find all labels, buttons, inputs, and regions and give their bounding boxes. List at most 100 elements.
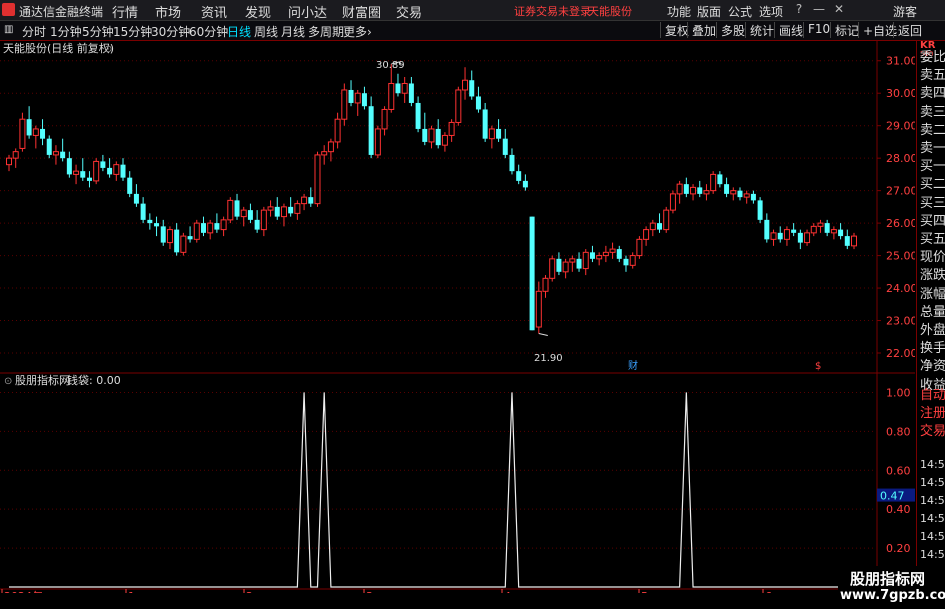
indicator-series [9, 392, 854, 588]
tool-f10[interactable]: F10 [803, 22, 830, 38]
candle [810, 223, 817, 237]
candle [408, 76, 414, 107]
candle [851, 232, 857, 250]
candle-body [301, 196, 308, 205]
menu-trade[interactable]: 交易 [396, 2, 422, 21]
tool-mark[interactable]: 标记 [830, 22, 859, 38]
period-more[interactable]: 更多› [343, 23, 372, 40]
price-tick-label: 23.00 [886, 315, 915, 328]
candle [683, 177, 689, 198]
candle-body [838, 229, 844, 237]
low-leader-line [538, 333, 548, 337]
candle-body [669, 193, 676, 211]
menu-formula[interactable]: 公式 [728, 3, 752, 20]
candle-body [401, 82, 408, 94]
time-tick-label: 2024年 [4, 589, 43, 593]
period-multi[interactable]: 多周期 [308, 23, 344, 40]
candle-body [743, 193, 750, 198]
candle-body [247, 210, 253, 220]
candle [193, 219, 200, 243]
period-intraday[interactable]: 分时 [22, 23, 46, 40]
menu-quotes[interactable]: 行情 [112, 2, 138, 21]
indicator-settings-icon[interactable]: ⊙ [4, 376, 12, 387]
candle [770, 229, 777, 246]
tool-adjust[interactable]: 复权 [660, 22, 689, 38]
candle [663, 206, 670, 233]
tool-back[interactable]: 返回 [893, 22, 922, 38]
candle-body [777, 232, 783, 240]
candlestick-chart[interactable]: 31.0030.0029.0028.0027.0026.0025.0024.00… [0, 41, 918, 603]
period-daily[interactable]: 日线 [227, 23, 251, 40]
candle [6, 154, 12, 172]
chart-header: 天能股份(日线 前复权) ⊙ [3, 41, 114, 55]
guest-user[interactable]: 游客 [893, 3, 917, 20]
tool-overlay[interactable]: 叠加 [687, 22, 716, 38]
candle-body [636, 238, 643, 257]
candle [86, 171, 92, 188]
quote-item-label[interactable]: 注册 [920, 402, 945, 421]
period-30min[interactable]: 30分钟 [151, 23, 190, 40]
period-1min[interactable]: 1分钟 [50, 23, 82, 40]
price-tick-label: 31.00 [886, 55, 915, 68]
dividend-event-marker[interactable]: $ [815, 361, 821, 372]
candle-body [609, 248, 616, 253]
chart-settings-icon[interactable]: ⊙ [104, 44, 112, 55]
candle-body [797, 232, 803, 243]
candle-body [166, 229, 173, 244]
candle-body [374, 128, 381, 156]
quote-item-label: 涨幅 [920, 286, 945, 302]
candle [730, 187, 737, 201]
chart-area[interactable]: 31.00 30.00 29.00 28.00 27.00 26.00 25.00 24.00… [0, 41, 918, 603]
candle-body [381, 108, 388, 130]
tool-multi-stock[interactable]: 多股 [716, 22, 745, 38]
close-icon[interactable]: ✕ [830, 1, 848, 18]
quote-item-label: 买一 [920, 159, 945, 175]
candle-body [535, 290, 542, 328]
tool-draw[interactable]: 画线 [774, 22, 803, 38]
menu-layout[interactable]: 版面 [697, 3, 721, 20]
candle-body [180, 235, 187, 253]
quote-item-label: 卖三 [920, 104, 945, 120]
finance-event-marker[interactable]: 财 [628, 359, 638, 372]
period-60min[interactable]: 60分钟 [189, 23, 228, 40]
candle-body [602, 251, 609, 257]
tool-add-favorite[interactable]: +自选 [858, 22, 897, 38]
candle [107, 158, 113, 178]
minimize-icon[interactable]: — [810, 1, 828, 18]
help-icon[interactable]: ? [790, 1, 808, 18]
candle-body [220, 219, 227, 231]
quote-item-label[interactable]: 交易 [920, 420, 945, 439]
menu-ask[interactable]: 问小达 [288, 2, 327, 21]
menu-wealth[interactable]: 财富圈 [342, 2, 381, 21]
candle-body [200, 223, 206, 233]
login-status[interactable]: 证券交易未登录 [514, 3, 591, 19]
candle-body [240, 209, 247, 218]
menu-discover[interactable]: 发现 [245, 2, 271, 21]
candle [247, 203, 253, 224]
menu-market[interactable]: 市场 [155, 2, 181, 21]
candle [381, 106, 388, 136]
indicator-name: 股朋指标网 [15, 373, 70, 387]
candle-body [830, 229, 837, 234]
period-weekly[interactable]: 周线 [254, 23, 278, 40]
period-monthly[interactable]: 月线 [281, 23, 305, 40]
candle-body [791, 229, 797, 233]
period-5min[interactable]: 5分钟 [82, 23, 114, 40]
low-price-label: 21.90 [534, 353, 563, 364]
menu-options[interactable]: 选项 [759, 3, 783, 20]
toolbar-menu-icon[interactable]: ▥ [4, 24, 13, 35]
candle [46, 135, 52, 159]
period-15min[interactable]: 15分钟 [113, 23, 152, 40]
price-tick-label: 26.00 [886, 217, 915, 230]
candle [669, 190, 676, 214]
menu-function[interactable]: 功能 [667, 3, 691, 20]
candle [529, 216, 535, 331]
indicator-tick-label: 0.20 [886, 542, 911, 555]
candle-body [462, 79, 469, 91]
quote-item-label[interactable]: 自动 [920, 384, 945, 403]
indicator-header: ⊙ 股朋指标网 钱袋: 0.00 [4, 373, 121, 387]
candle-body [354, 92, 361, 104]
tool-stats[interactable]: 统计 [745, 22, 774, 38]
candle-body [6, 157, 12, 166]
menu-news[interactable]: 资讯 [201, 2, 227, 21]
